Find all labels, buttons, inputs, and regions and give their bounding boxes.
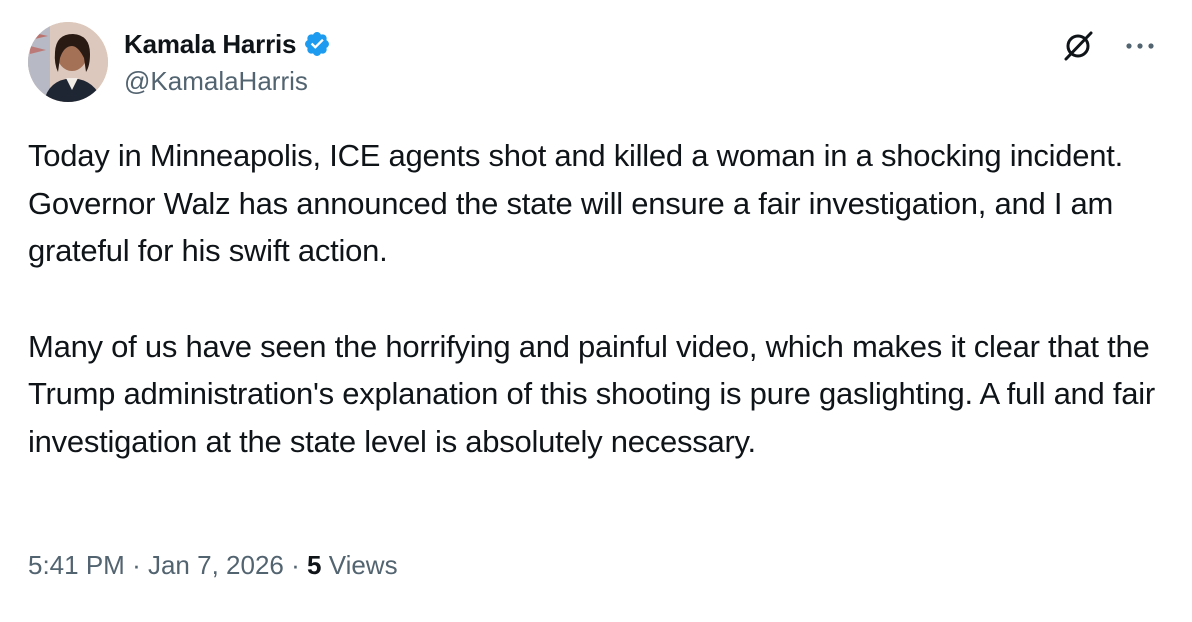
grok-button[interactable] — [1056, 24, 1100, 68]
more-options-button[interactable] — [1118, 26, 1162, 66]
verified-badge-icon[interactable] — [303, 30, 331, 58]
avatar[interactable] — [28, 22, 108, 102]
tweet-text: Today in Minneapolis, ICE agents shot an… — [28, 132, 1168, 465]
tweet-card: Kamala Harris @KamalaHarris Today in Min… — [0, 0, 1192, 622]
tweet-paragraph-2: Many of us have seen the horrifying and … — [28, 328, 1155, 459]
author-display-name[interactable]: Kamala Harris — [124, 29, 296, 60]
views-label: Views — [328, 550, 398, 580]
grok-icon — [1064, 31, 1093, 61]
author-names: Kamala Harris @KamalaHarris — [124, 28, 331, 97]
more-options-icon — [1126, 43, 1154, 49]
tweet-paragraph-1: Today in Minneapolis, ICE agents shot an… — [28, 138, 1123, 268]
views-count: 5 — [307, 550, 322, 580]
meta-separator: · — [132, 550, 141, 580]
meta-separator: · — [291, 550, 300, 580]
tweet-date[interactable]: Jan 7, 2026 — [148, 550, 284, 580]
tweet-header: Kamala Harris @KamalaHarris — [28, 22, 1164, 106]
author-handle[interactable]: @KamalaHarris — [124, 66, 331, 97]
avatar-image — [28, 22, 108, 102]
tweet-meta: 5:41 PM · Jan 7, 2026 · 5 Views — [28, 550, 398, 581]
tweet-time[interactable]: 5:41 PM — [28, 550, 125, 580]
